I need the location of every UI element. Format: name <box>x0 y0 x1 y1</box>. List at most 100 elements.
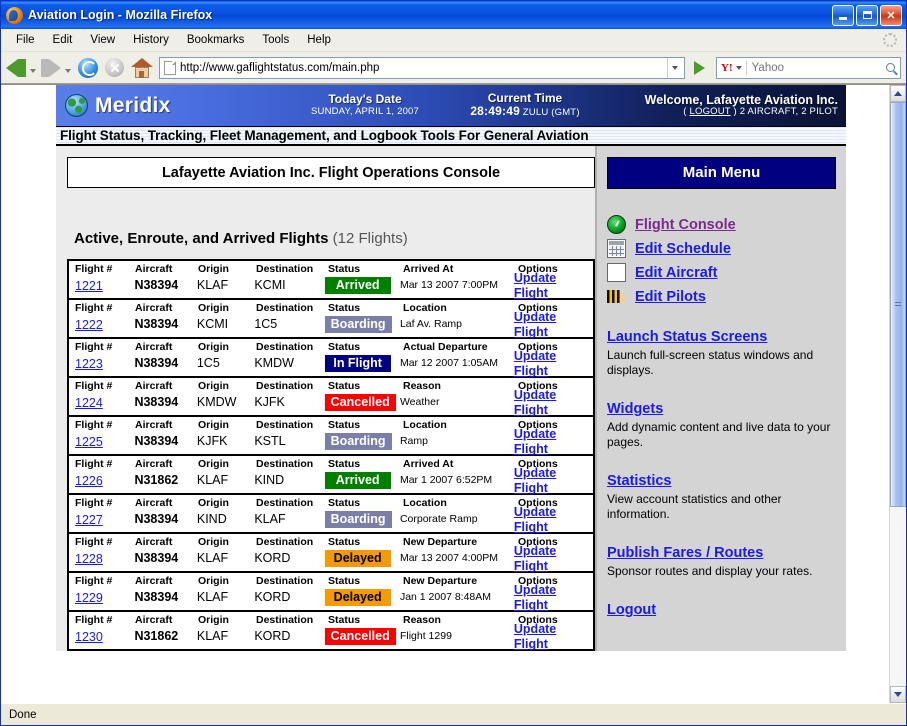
update-flight-link[interactable]: Update Flight <box>514 466 556 495</box>
site-tagline: Flight Status, Tracking, Fleet Managemen… <box>56 126 846 146</box>
address-bar[interactable]: http://www.gaflightstatus.com/main.php <box>159 56 685 79</box>
flight-number-link[interactable]: 1230 <box>75 630 103 644</box>
update-flight-link[interactable]: Update Flight <box>514 427 556 456</box>
menu-tools[interactable]: Tools <box>253 32 298 48</box>
window-title: Aviation Login - Mozilla Firefox <box>28 8 213 22</box>
flight-number-link[interactable]: 1225 <box>75 435 103 449</box>
site-container: Meridix Today's Date SUNDAY, APRIL 1, 20… <box>56 85 846 651</box>
cell-destination: KIND <box>254 473 285 487</box>
back-history-caret-icon[interactable] <box>30 68 36 73</box>
cell-options: Update Flight <box>514 582 593 612</box>
col-header-aircraft: Aircraft <box>135 419 173 431</box>
welcome-block: Welcome, Lafayette Aviation Inc. ( LOGOU… <box>600 93 846 118</box>
col-header-origin: Origin <box>198 458 229 470</box>
scroll-up-button[interactable] <box>890 85 906 102</box>
flight-number-link[interactable]: 1226 <box>75 474 103 488</box>
update-flight-link[interactable]: Update Flight <box>514 271 556 300</box>
update-flight-link[interactable]: Update Flight <box>514 622 556 651</box>
search-engine-caret-icon[interactable] <box>735 65 742 70</box>
scrollbar-thumb[interactable] <box>890 102 906 507</box>
cell-options: Update Flight <box>514 543 593 573</box>
update-flight-link[interactable]: Update Flight <box>514 349 556 378</box>
home-button[interactable] <box>131 57 153 78</box>
flight-number-link[interactable]: 1229 <box>75 591 103 605</box>
url-text[interactable]: http://www.gaflightstatus.com/main.php <box>180 62 667 74</box>
sidebar-item-flight-console[interactable]: Flight Console <box>607 215 836 234</box>
col-header-extra: New Departure <box>403 536 478 548</box>
col-header-flight: Flight # <box>75 575 113 587</box>
cell-options: Update Flight <box>514 465 593 495</box>
flight-number-link[interactable]: 1221 <box>75 279 103 293</box>
search-input[interactable] <box>745 60 882 75</box>
menu-history[interactable]: History <box>124 32 178 48</box>
sidebar-section-link[interactable]: Statistics <box>607 473 671 489</box>
table-data-row: 1227 N38394 KIND KLAF Boarding Corporate Ramp… <box>69 505 593 534</box>
col-header-aircraft: Aircraft <box>135 614 173 626</box>
menu-edit[interactable]: Edit <box>44 32 82 48</box>
sidebar-item-label[interactable]: Flight Console <box>635 217 736 233</box>
status-bar: Done <box>1 703 906 725</box>
table-row: Flight # Aircraft Origin Destination Status A… <box>69 339 593 378</box>
col-header-status: Status <box>328 536 361 548</box>
col-header-destination: Destination <box>256 497 314 509</box>
update-flight-link[interactable]: Update Flight <box>514 310 556 339</box>
stop-button[interactable] <box>105 58 124 77</box>
status-badge: Cancelled <box>324 627 396 645</box>
table-data-row: 1229 N38394 KLAF KORD Delayed Jan 1 2007 8:48… <box>69 583 593 612</box>
col-header-origin: Origin <box>198 497 229 509</box>
sidebar-item-label[interactable]: Edit Pilots <box>635 289 706 305</box>
cell-aircraft: N31862 <box>134 629 179 643</box>
sidebar-item-edit-schedule[interactable]: Edit Schedule <box>607 239 836 258</box>
menu-file[interactable]: File <box>7 32 44 48</box>
vertical-scrollbar[interactable] <box>889 85 906 703</box>
go-button[interactable] <box>688 57 710 79</box>
col-header-destination: Destination <box>256 302 314 314</box>
flight-number-link[interactable]: 1228 <box>75 552 103 566</box>
cell-extra: Jan 1 2007 8:48AM <box>399 591 492 603</box>
sidebar-section-publish-fares-routes: Publish Fares / Routes Sponsor routes and… <box>607 544 836 579</box>
sidebar-item-edit-aircraft[interactable]: Edit Aircraft <box>607 263 836 282</box>
flight-number-link[interactable]: 1223 <box>75 357 103 371</box>
forward-arrow-icon <box>49 58 61 77</box>
search-bar[interactable]: Y! <box>716 56 901 79</box>
sidebar-section-link[interactable]: Publish Fares / Routes <box>607 545 763 561</box>
menu-bookmarks[interactable]: Bookmarks <box>178 32 254 48</box>
table-data-row: 1224 N38394 KMDW KJFK Cancelled Weather Update… <box>69 388 593 417</box>
maximize-button[interactable] <box>856 4 878 26</box>
flight-number-link[interactable]: 1222 <box>75 318 103 332</box>
col-header-aircraft: Aircraft <box>135 302 173 314</box>
scroll-down-button[interactable] <box>890 686 906 703</box>
sidebar-section-link[interactable]: Widgets <box>607 401 663 417</box>
col-header-flight: Flight # <box>75 263 113 275</box>
sidebar-item-edit-pilots[interactable]: Edit Pilots <box>607 287 836 306</box>
search-icon[interactable] <box>882 63 900 72</box>
scrollbar-track[interactable] <box>890 102 906 686</box>
sidebar-item-label[interactable]: Edit Aircraft <box>635 265 717 281</box>
sidebar-item-label[interactable]: Edit Schedule <box>635 241 731 257</box>
update-flight-link[interactable]: Update Flight <box>514 583 556 612</box>
table-data-row: 1230 N31862 KLAF KORD Cancelled Flight 1299 Up… <box>69 622 593 651</box>
menu-help[interactable]: Help <box>298 32 340 48</box>
minimize-button[interactable] <box>832 4 854 26</box>
flight-number-link[interactable]: 1224 <box>75 396 103 410</box>
update-flight-link[interactable]: Update Flight <box>514 544 556 573</box>
forward-button[interactable] <box>41 58 61 77</box>
sidebar-section-desc: Sponsor routes and display your rates. <box>607 564 813 578</box>
cell-flight: 1225 <box>69 434 134 449</box>
flight-number-link[interactable]: 1227 <box>75 513 103 527</box>
menu-view[interactable]: View <box>81 32 124 48</box>
update-flight-link[interactable]: Update Flight <box>514 388 556 417</box>
sidebar-section-link[interactable]: Logout <box>607 602 656 618</box>
cell-options: Update Flight <box>514 504 593 534</box>
reload-button[interactable] <box>78 57 98 78</box>
back-button[interactable] <box>6 58 26 77</box>
sidebar-section-statistics: Statistics View account statistics and ot… <box>607 472 836 522</box>
update-flight-link[interactable]: Update Flight <box>514 505 556 534</box>
cell-extra: Flight 1299 <box>399 630 452 642</box>
sidebar-section-link[interactable]: Launch Status Screens <box>607 329 767 345</box>
address-dropdown-icon[interactable] <box>667 57 682 78</box>
forward-history-caret-icon[interactable] <box>65 68 71 73</box>
logout-link[interactable]: LOGOUT <box>690 106 731 117</box>
cell-flight: 1227 <box>69 512 134 527</box>
close-button[interactable]: ✕ <box>880 4 902 26</box>
